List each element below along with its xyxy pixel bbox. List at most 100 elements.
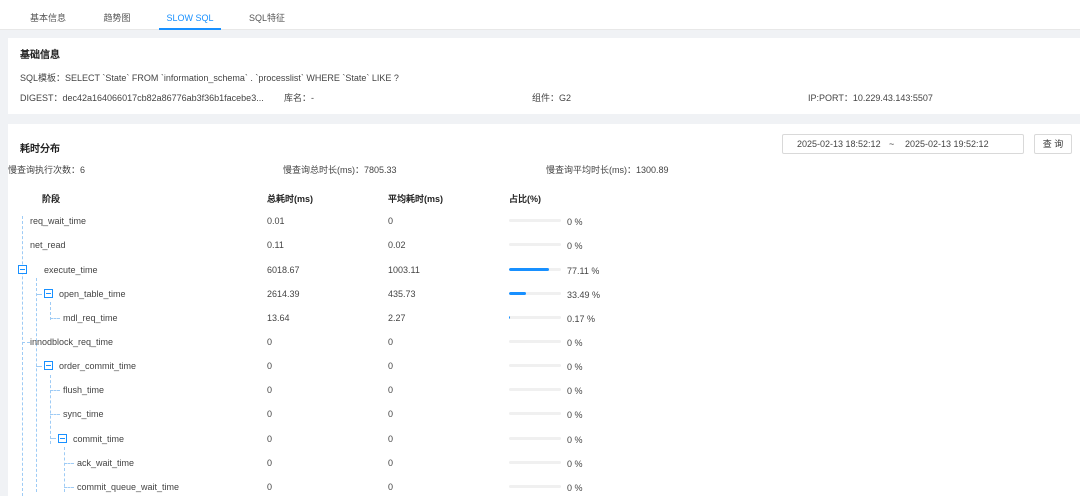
percent-label: 0 %: [567, 386, 583, 396]
minus-square-icon[interactable]: [58, 434, 67, 443]
database-name: 库名：-: [284, 93, 314, 103]
avg-ms: 0: [388, 458, 394, 468]
total-ms: 0: [267, 337, 273, 347]
avg-ms: 0: [388, 337, 394, 347]
avg-ms: 0: [388, 216, 394, 226]
sql-template: SQL模板：SELECT `State` FROM `information_s…: [20, 73, 399, 83]
avg-ms: 2.27: [388, 313, 406, 323]
slow-query-avg-duration: 慢查询平均时长(ms)：1300.89: [546, 165, 669, 175]
total-ms: 0: [267, 385, 273, 395]
total-ms: 0: [267, 434, 273, 444]
avg-ms: 1003.11: [388, 265, 420, 275]
avg-ms: 0: [388, 434, 394, 444]
avg-ms: 0.02: [388, 240, 406, 250]
stage-name: mdl_req_time: [63, 313, 118, 323]
total-ms: 0: [267, 361, 273, 371]
basic-info-title: 基础信息: [20, 50, 60, 61]
percent-label: 0 %: [567, 338, 583, 348]
avg-ms: 0: [388, 409, 394, 419]
total-ms: 0: [267, 482, 273, 492]
table-row: order_commit_time 0 0 0 %: [8, 354, 1080, 378]
avg-ms: 0: [388, 361, 394, 371]
percent-bar-fill: [509, 292, 527, 295]
basic-info-card: 基础信息 SQL模板：SELECT `State` FROM `informat…: [8, 38, 1080, 114]
ip-port: IP:PORT：10.229.43.143:5507: [808, 93, 933, 103]
percent-bar: [509, 268, 561, 271]
percent-bar: [509, 461, 561, 464]
minus-square-icon[interactable]: [44, 361, 53, 370]
total-ms: 6018.67: [267, 265, 300, 275]
table-row: commit_queue_wait_time 0 0 0 %: [8, 475, 1080, 496]
percent-bar: [509, 243, 561, 246]
date-range-picker[interactable]: 2025-02-13 18:52:12 ~ 2025-02-13 19:52:1…: [782, 134, 1024, 154]
stage-name: flush_time: [63, 385, 105, 395]
total-ms: 0: [267, 409, 273, 419]
stage-name: req_wait_time: [30, 216, 87, 226]
date-start: 2025-02-13 18:52:12: [797, 139, 881, 149]
tab-sql-features[interactable]: SQL特征: [236, 0, 298, 30]
table-row: flush_time 0 0 0 %: [8, 378, 1080, 402]
total-ms: 13.64: [267, 313, 290, 323]
query-button[interactable]: 查 询: [1034, 134, 1072, 154]
percent-label: 0 %: [567, 483, 583, 493]
percent-label: 0.17 %: [567, 314, 596, 324]
stage-name: ack_wait_time: [77, 458, 135, 468]
stage-name: commit_queue_wait_time: [77, 482, 180, 492]
digest: DIGEST：dec42a164066017cb82a86776ab3f36b1…: [20, 93, 264, 103]
percent-bar: [509, 412, 561, 415]
percent-label: 0 %: [567, 362, 583, 372]
minus-square-icon[interactable]: [44, 289, 53, 298]
table-row: open_table_time 2614.39 435.73 33.49 %: [8, 282, 1080, 306]
table-row: ack_wait_time 0 0 0 %: [8, 451, 1080, 475]
percent-label: 0 %: [567, 217, 583, 227]
component: 组件：G2: [532, 93, 572, 103]
percent-bar: [509, 292, 561, 295]
stage-name: net_read: [30, 240, 66, 250]
table-row: mdl_req_time 13.64 2.27 0.17 %: [8, 306, 1080, 330]
slow-query-total-duration: 慢查询总时长(ms)：7805.33: [283, 165, 397, 175]
total-ms: 0.11: [267, 240, 284, 250]
slow-query-count: 慢查询执行次数：6: [8, 165, 86, 175]
date-separator: ~: [889, 139, 895, 149]
avg-ms: 0: [388, 385, 394, 395]
stage-name: commit_time: [73, 434, 125, 444]
percent-label: 77.11 %: [567, 266, 600, 276]
stage-name: order_commit_time: [59, 361, 137, 371]
percent-bar: [509, 316, 561, 319]
percent-label: 0 %: [567, 241, 583, 251]
percent-bar-fill: [509, 268, 550, 271]
column-header-stage: 阶段: [42, 194, 61, 204]
percent-label: 0 %: [567, 459, 583, 469]
stage-name: execute_time: [44, 265, 98, 275]
column-header-ratio: 占比(%): [509, 194, 541, 204]
table-row: commit_time 0 0 0 %: [8, 427, 1080, 451]
table-row: innodblock_req_time 0 0 0 %: [8, 330, 1080, 354]
avg-ms: 435.73: [388, 289, 416, 299]
percent-bar: [509, 485, 561, 488]
tab-slow-sql[interactable]: SLOW SQL: [159, 0, 221, 30]
percent-bar: [509, 437, 561, 440]
duration-distribution-card: 耗时分布 2025-02-13 18:52:12 ~ 2025-02-13 19…: [8, 124, 1080, 496]
tab-trend[interactable]: 趋势图: [90, 0, 144, 30]
table-row: req_wait_time 0.01 0 0 %: [8, 209, 1080, 233]
total-ms: 2614.39: [267, 289, 300, 299]
table-row: sync_time 0 0 0 %: [8, 402, 1080, 426]
tab-basic-info[interactable]: 基本信息: [20, 0, 76, 30]
column-header-avg: 平均耗时(ms): [388, 194, 444, 204]
column-header-total: 总耗时(ms): [267, 194, 314, 204]
minus-square-icon[interactable]: [18, 265, 27, 274]
table-row: net_read 0.11 0.02 0 %: [8, 233, 1080, 257]
percent-bar: [509, 388, 561, 391]
total-ms: 0.01: [267, 216, 285, 226]
percent-bar: [509, 340, 561, 343]
stage-name: open_table_time: [59, 289, 126, 299]
stage-name: sync_time: [63, 409, 104, 419]
stage-name: innodblock_req_time: [30, 337, 114, 347]
date-end: 2025-02-13 19:52:12: [905, 139, 989, 149]
table-row: execute_time 6018.67 1003.11 77.11 %: [8, 258, 1080, 282]
total-ms: 0: [267, 458, 273, 468]
avg-ms: 0: [388, 482, 394, 492]
tab-bar: 基本信息 趋势图 SLOW SQL SQL特征: [0, 0, 1080, 30]
percent-label: 0 %: [567, 435, 583, 445]
percent-bar-fill: [509, 316, 511, 319]
